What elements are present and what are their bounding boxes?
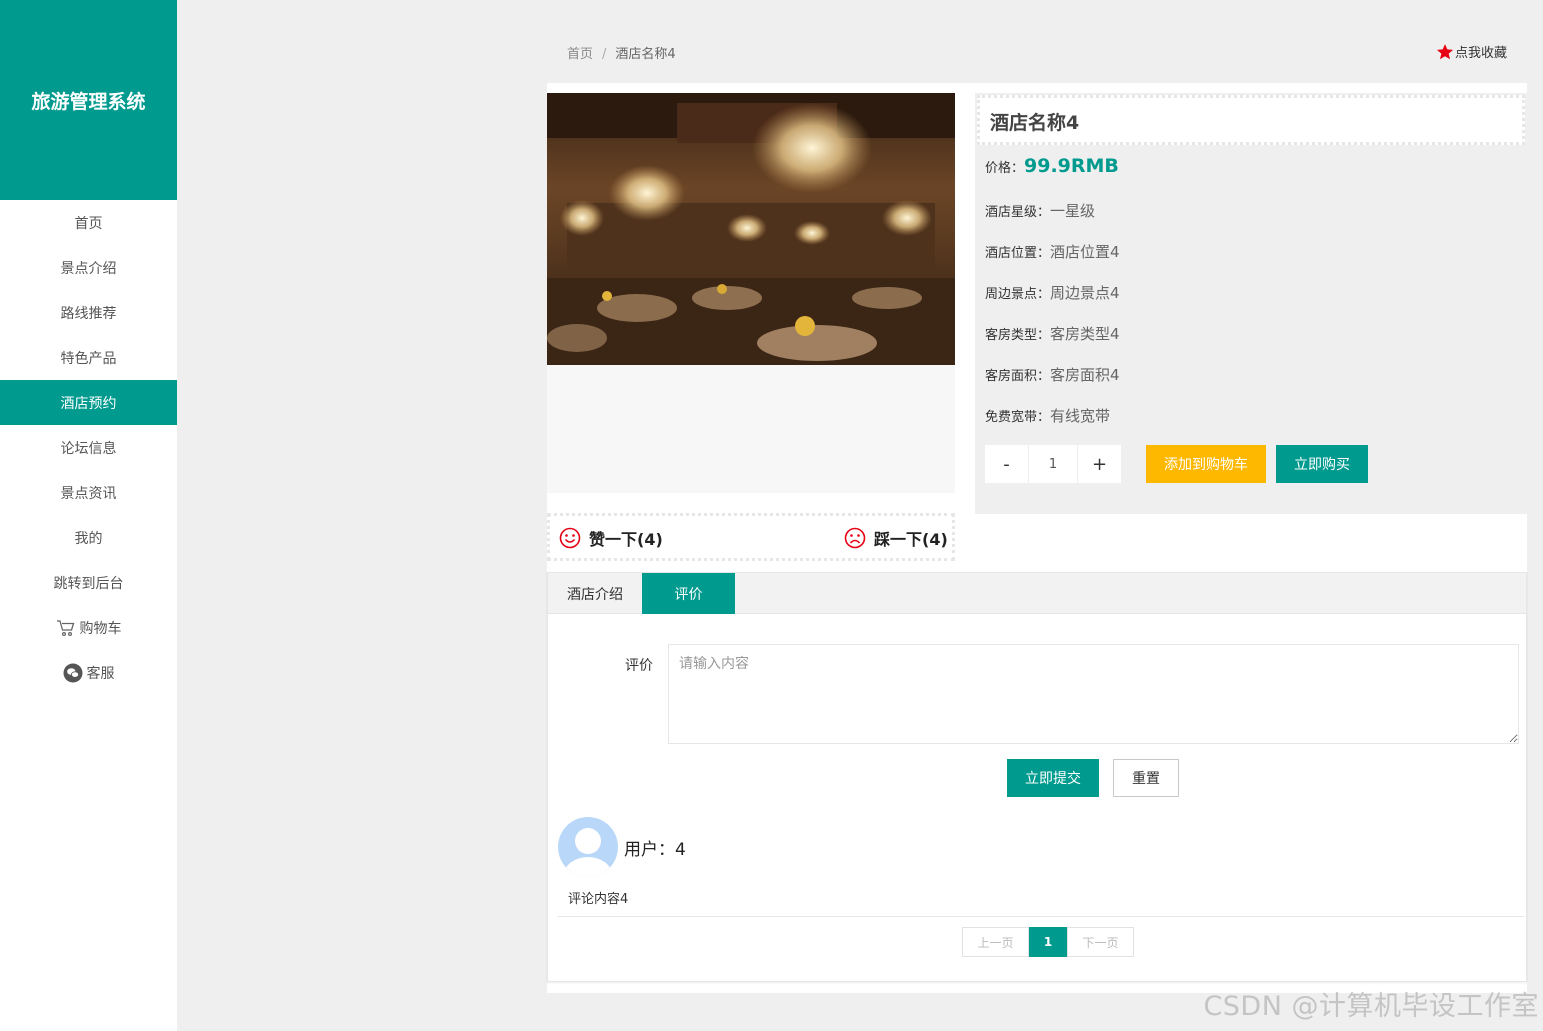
sidebar-item-scenic-intro[interactable]: 景点介绍 (0, 245, 177, 290)
breadcrumb-home-link[interactable]: 首页 (567, 47, 593, 62)
attr-label: 免费宽带： (985, 410, 1051, 425)
tab-hotel-intro[interactable]: 酒店介绍 (548, 573, 642, 614)
detail-tabs: 酒店介绍 评价 评价 立即提交 重置 用户：4 评论内容4 上一页 1 下一页 (547, 572, 1527, 982)
review-textarea[interactable] (668, 644, 1519, 744)
add-to-cart-button[interactable]: 添加到购物车 (1146, 445, 1266, 483)
sidebar-item-forum[interactable]: 论坛信息 (0, 425, 177, 470)
sidebar-item-mine[interactable]: 我的 (0, 515, 177, 560)
submit-button[interactable]: 立即提交 (1007, 759, 1099, 797)
next-page-button[interactable]: 下一页 (1067, 927, 1134, 957)
comment-content: 评论内容4 (568, 892, 629, 907)
page-1-button[interactable]: 1 (1029, 927, 1067, 957)
attr-value: 客房面积4 (1050, 366, 1120, 384)
sidebar-item-featured-products[interactable]: 特色产品 (0, 335, 177, 380)
quantity-minus-button[interactable]: - (985, 445, 1028, 483)
vote-box: 赞一下(4) 踩一下(4) (547, 513, 955, 561)
sidebar-item-label: 首页 (74, 215, 103, 232)
hotel-photo (547, 93, 955, 365)
sidebar-item-label: 特色产品 (60, 350, 117, 367)
breadcrumb-current: 酒店名称4 (615, 47, 676, 62)
tab-review[interactable]: 评价 (642, 573, 735, 614)
sidebar-item-label: 论坛信息 (60, 440, 117, 457)
comment-user: 用户：4 (624, 840, 686, 860)
price-value: 99.9RMB (1024, 155, 1119, 177)
attr-label: 客房面积： (985, 369, 1051, 384)
sidebar-item-label: 酒店预约 (60, 395, 117, 412)
price-label: 价格： (985, 161, 1025, 176)
sidebar-item-admin[interactable]: 跳转到后台 (0, 560, 177, 605)
attr-nearby-sights: 周边景点： 周边景点4 (985, 282, 1120, 303)
sidebar-item-label: 景点资讯 (60, 485, 117, 502)
attr-location: 酒店位置： 酒店位置4 (985, 241, 1120, 262)
quantity-input[interactable]: 1 (1028, 445, 1078, 483)
attr-value: 一星级 (1050, 202, 1096, 220)
pagination: 上一页 1 下一页 (962, 927, 1134, 957)
wechat-icon (63, 663, 83, 683)
reset-button[interactable]: 重置 (1113, 759, 1179, 797)
sidebar-item-label: 购物车 (79, 620, 122, 637)
sidebar: 旅游管理系统 首页 景点介绍 路线推荐 特色产品 酒店预约 论坛信息 景点资讯 … (0, 0, 177, 1031)
attr-value: 有线宽带 (1050, 407, 1111, 425)
like-button[interactable]: 赞一下(4) (559, 526, 663, 550)
attr-label: 周边景点： (985, 287, 1051, 302)
attr-broadband: 免费宽带： 有线宽带 (985, 405, 1110, 426)
quantity-stepper: - 1 + (985, 445, 1121, 483)
quantity-plus-button[interactable]: + (1078, 445, 1121, 483)
watermark: CSDN @计算机毕设工作室 (1203, 991, 1539, 1022)
attr-room-area: 客房面积： 客房面积4 (985, 364, 1120, 385)
attr-value: 周边景点4 (1050, 284, 1120, 302)
attr-value: 客房类型4 (1050, 325, 1120, 343)
dislike-button[interactable]: 踩一下(4) (844, 526, 948, 550)
sidebar-item-label: 景点介绍 (60, 260, 117, 277)
dislike-label: 踩一下(4) (874, 530, 948, 549)
divider (558, 916, 1524, 917)
hotel-info-panel: 酒店名称4 价格： 99.9RMB 酒店星级： 一星级 酒店位置： 酒店位置4 周边… (975, 93, 1527, 514)
cart-icon (56, 619, 76, 637)
sidebar-item-home[interactable]: 首页 (0, 200, 177, 245)
like-label: 赞一下(4) (589, 530, 663, 549)
hotel-image-area (547, 93, 955, 493)
sidebar-item-label: 路线推荐 (60, 305, 117, 322)
price-row: 价格： 99.9RMB (985, 155, 1119, 177)
prev-page-button[interactable]: 上一页 (962, 927, 1029, 957)
avatar (558, 817, 618, 877)
attr-label: 酒店位置： (985, 246, 1051, 261)
breadcrumb: 首页 / 酒店名称4 (567, 43, 676, 62)
favorite-button[interactable]: 点我收藏 (1436, 42, 1507, 61)
app-logo-title: 旅游管理系统 (0, 0, 177, 200)
attr-label: 客房类型： (985, 328, 1051, 343)
sidebar-item-service[interactable]: 客服 (0, 650, 177, 695)
attr-label: 酒店星级： (985, 205, 1051, 220)
sidebar-item-label: 客服 (86, 665, 115, 682)
attr-value: 酒店位置4 (1050, 243, 1120, 261)
review-label: 评价 (625, 658, 653, 674)
star-icon (1436, 43, 1454, 59)
attr-star-level: 酒店星级： 一星级 (985, 200, 1095, 221)
sidebar-item-label: 跳转到后台 (53, 575, 124, 592)
favorite-label: 点我收藏 (1454, 46, 1507, 61)
tab-bar: 酒店介绍 评价 (548, 573, 1526, 614)
hotel-name: 酒店名称4 (977, 95, 1525, 145)
sidebar-item-route-recommend[interactable]: 路线推荐 (0, 290, 177, 335)
buy-now-button[interactable]: 立即购买 (1276, 445, 1368, 483)
frown-icon (844, 527, 866, 549)
sidebar-item-scenic-news[interactable]: 景点资讯 (0, 470, 177, 515)
sidebar-item-cart[interactable]: 购物车 (0, 605, 177, 650)
smile-icon (559, 527, 581, 549)
attr-room-type: 客房类型： 客房类型4 (985, 323, 1120, 344)
sidebar-item-label: 我的 (74, 530, 103, 547)
breadcrumb-separator: / (602, 47, 607, 62)
sidebar-item-hotel-booking[interactable]: 酒店预约 (0, 380, 177, 425)
